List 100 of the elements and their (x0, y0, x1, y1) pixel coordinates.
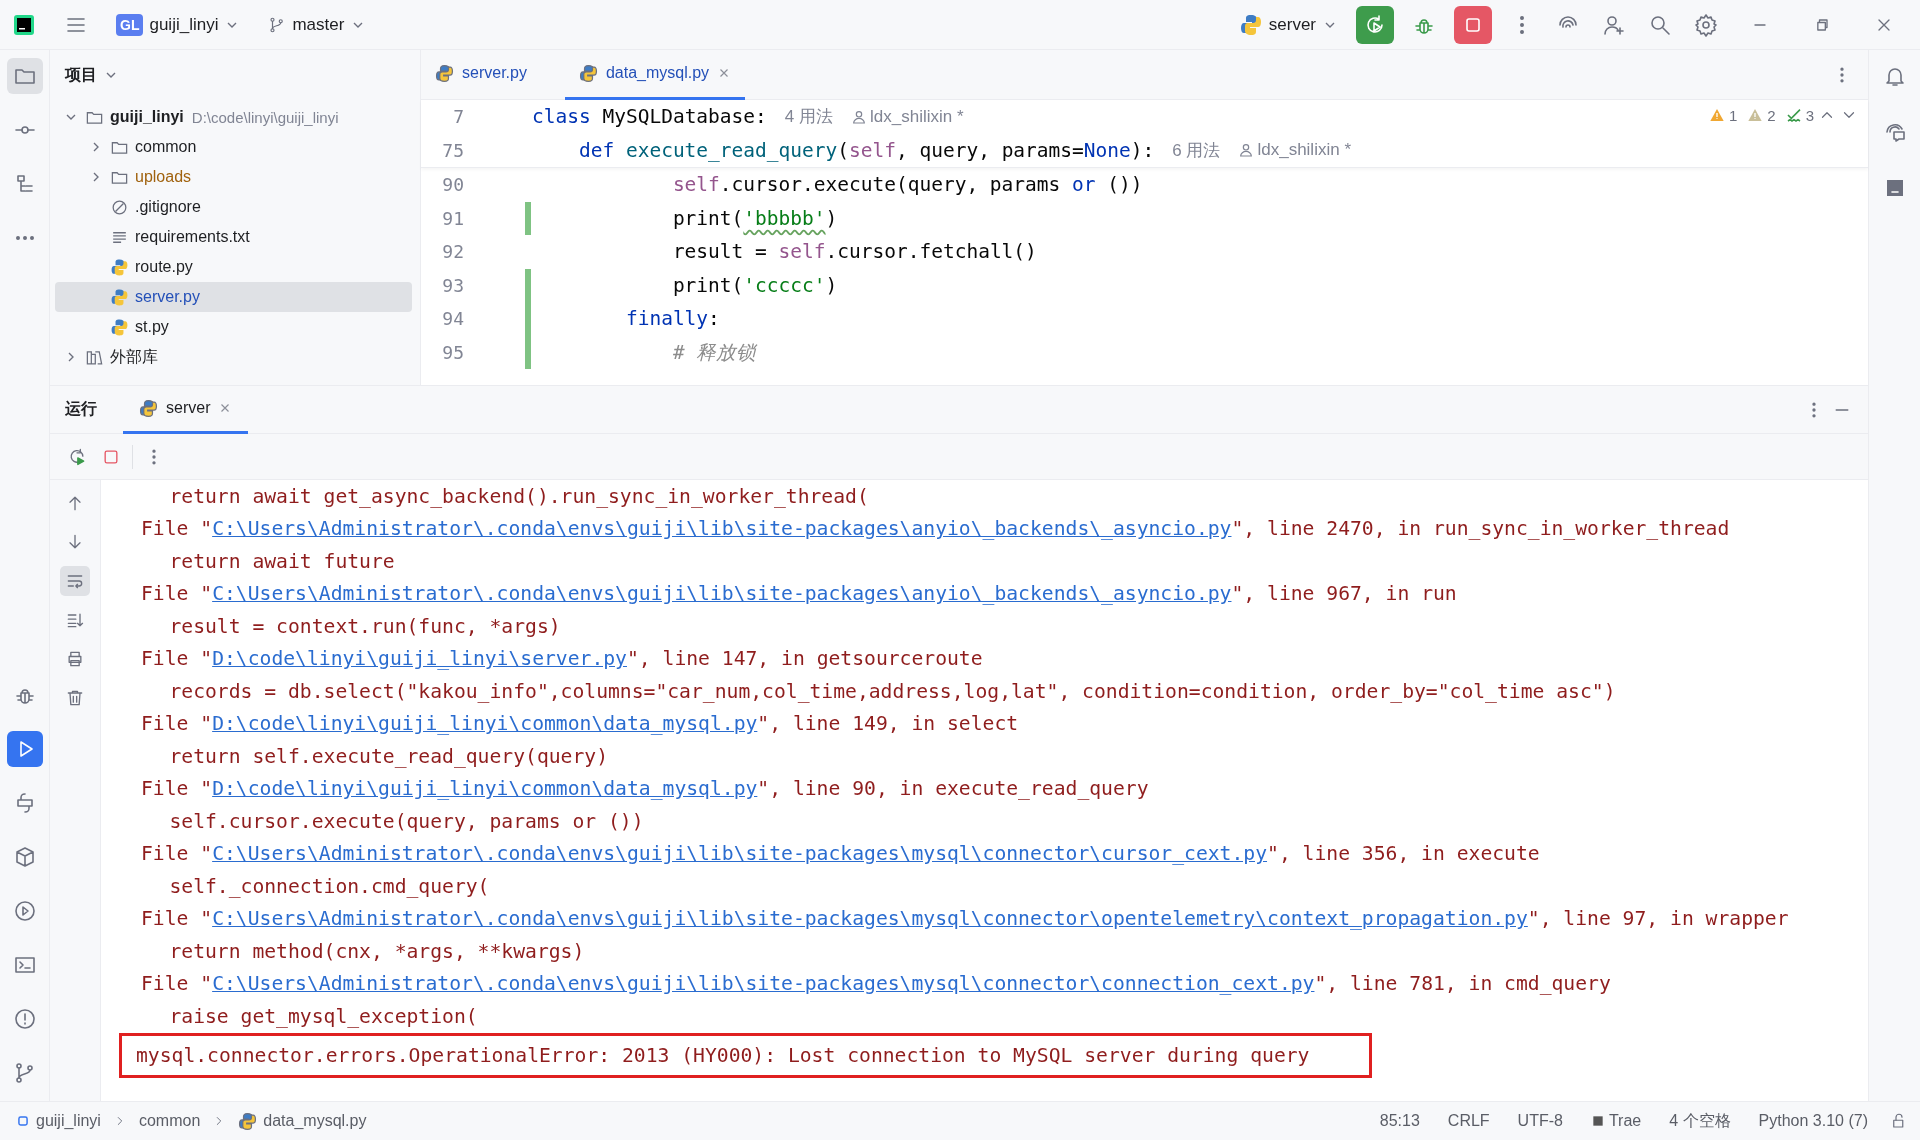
tree-item-label: guiji_linyi (110, 108, 184, 126)
tree-item[interactable]: route.py (55, 252, 412, 282)
code-line: class MySQLDatabase: (532, 105, 767, 129)
file-link[interactable]: D:\code\linyi\guiji_linyi\common\data_mysql.py (212, 777, 758, 801)
plugin-name: Trae (1608, 1112, 1642, 1130)
typo-check-icon (1785, 107, 1802, 123)
error-message: mysql.connector.errors.OperationalError: 2013 (HY000): Lost connection to MySQL server during query (119, 1032, 1373, 1078)
code-line: finally: (624, 307, 720, 331)
code-line: result = self.cursor.fetchall() (671, 240, 1037, 264)
line-ending[interactable]: CRLF (1447, 1112, 1490, 1130)
console-text: ", line 967, in run (1231, 582, 1457, 606)
interpreter[interactable]: Python 3.10 (7) (1758, 1112, 1868, 1130)
tree-item[interactable]: .gitignore (55, 192, 412, 222)
editor-tab[interactable]: server.py (421, 49, 541, 100)
line-number: 93 (441, 274, 464, 296)
console-line: self.cursor.execute(query, params or ()) (168, 808, 645, 835)
console-text: ", line 97, in wrapper (1527, 907, 1789, 931)
console-text: File " (141, 777, 213, 801)
python-icon (1238, 12, 1263, 37)
console-text: ", line 149, in select (757, 712, 1019, 736)
python-icon (578, 63, 598, 83)
breadcrumb[interactable]: guiji_linyi (36, 1112, 101, 1130)
editor-tab[interactable]: data_mysql.py (564, 49, 746, 100)
tree-item-label: server.py (135, 288, 200, 306)
console-text: ", line 147, in getsourceroute (627, 647, 983, 671)
folder-icon[interactable] (6, 58, 43, 94)
usages-hint[interactable]: 4 用法 (784, 105, 833, 129)
file-link[interactable]: D:\code\linyi\guiji_linyi\server.py (212, 647, 627, 671)
tree-item-label: common (135, 138, 197, 156)
code-line: self.cursor.execute(query, params or ()) (671, 173, 1143, 197)
code-line: # 释放锁 (671, 339, 757, 366)
python-icon (110, 257, 129, 277)
tree-item-label: st.py (135, 318, 169, 336)
console-text: File " (141, 517, 213, 541)
console-text: File " (141, 712, 213, 736)
file-encoding[interactable]: UTF-8 (1517, 1112, 1563, 1130)
console-line: return method(cnx, *args, **kwargs) (168, 938, 586, 965)
console-text: File " (141, 972, 213, 996)
tree-item[interactable]: 外部库 (55, 342, 412, 372)
file-link[interactable]: C:\Users\Administrator\.conda\envs\guiji\lib\site-packages\mysql\connector\connection_cext.py (212, 972, 1315, 996)
stop-button[interactable] (1454, 5, 1492, 44)
python-icon (435, 63, 454, 83)
breadcrumb[interactable]: common (138, 1112, 201, 1130)
python-icon (110, 287, 129, 307)
author-hint[interactable]: ldx_shilixin * (1238, 140, 1351, 161)
weak-warning-icon (1747, 107, 1764, 123)
line-number: 95 (441, 341, 464, 363)
run-config-selector[interactable]: server (1230, 6, 1346, 43)
tree-item-label: .gitignore (135, 198, 201, 216)
module-icon (16, 1114, 30, 1128)
indent-setting[interactable]: 4 个空格 (1669, 1110, 1731, 1132)
breadcrumb[interactable]: data_mysql.py (263, 1112, 367, 1130)
play-icon[interactable] (6, 731, 43, 767)
project-switcher[interactable]: GL guiji_linyi (108, 7, 249, 42)
caret-position[interactable]: 85:13 (1379, 1112, 1420, 1130)
line-number: 75 (441, 139, 464, 161)
warning-icon (1708, 107, 1725, 123)
file-link[interactable]: C:\Users\Administrator\.conda\envs\guiji\lib\site-packages\mysql\connector\opentelemetry\context_propagation.py (212, 907, 1528, 931)
line-number: 94 (441, 308, 464, 330)
warning-count: 1 (1728, 106, 1738, 124)
console-text: File " (141, 842, 213, 866)
usages-hint[interactable]: 6 用法 (1172, 138, 1221, 162)
console-text: File " (141, 582, 213, 606)
app-logo-icon[interactable] (12, 12, 36, 37)
code-line: print('bbbbb') (671, 206, 838, 230)
person-icon (1238, 142, 1255, 159)
tree-item-label: requirements.txt (135, 228, 250, 246)
project-badge: GL (116, 13, 144, 36)
panel-title[interactable]: 项目 (65, 64, 97, 86)
tree-item[interactable]: server.py (55, 282, 412, 312)
file-link[interactable]: C:\Users\Administrator\.conda\envs\guiji\lib\site-packages\mysql\connector\cursor_cext.py (212, 842, 1268, 866)
branch-switcher[interactable]: master (260, 8, 375, 41)
console-line: return self.execute_read_query(query) (168, 743, 609, 770)
tree-item[interactable]: guiji_linyi D:\code\linyi\guiji_linyi (55, 102, 412, 132)
file-link[interactable]: C:\Users\Administrator\.conda\envs\guiji\lib\site-packages\anyio\_backends\_asyncio.py (212, 517, 1232, 541)
tree-item[interactable]: uploads (55, 162, 412, 192)
soft-wrap-icon[interactable] (60, 566, 90, 596)
line-number: 91 (441, 207, 464, 229)
tree-item-label: 外部库 (110, 346, 158, 367)
line-number: 92 (441, 241, 464, 263)
tree-item[interactable]: requirements.txt (55, 222, 412, 252)
tree-item-label: route.py (135, 258, 193, 276)
console-text: ", line 90, in execute_read_query (757, 777, 1149, 801)
console-text: ", line 2470, in run_sync_in_worker_thread (1231, 517, 1730, 541)
line-number: 7 (452, 106, 464, 128)
typo-count: 3 (1805, 106, 1814, 124)
rerun-button[interactable] (1356, 5, 1394, 44)
python-icon (238, 1111, 258, 1131)
file-link[interactable]: C:\Users\Administrator\.conda\envs\guiji\lib\site-packages\anyio\_backends\_asyncio.py (212, 582, 1232, 606)
code-line: def execute_read_query(self, query, params=None): (577, 138, 1155, 162)
tree-item-label: uploads (135, 168, 192, 186)
author-hint[interactable]: ldx_shilixin * (851, 106, 964, 127)
author-name: ldx_shilixin * (1257, 140, 1351, 161)
console-line: result = context.run(func, *args) (168, 613, 562, 640)
tree-item[interactable]: common (55, 132, 412, 162)
plugin-widget[interactable]: Trae (1590, 1112, 1642, 1130)
tree-item[interactable]: st.py (55, 312, 412, 342)
console-line: records = db.select("kakou_info",columns="car_num,col_time,address,log,lat", condition=condition, order_by="col_time asc") (168, 678, 1617, 705)
panel-title: 运行 (65, 399, 97, 419)
file-link[interactable]: D:\code\linyi\guiji_linyi\common\data_mysql.py (212, 712, 758, 736)
